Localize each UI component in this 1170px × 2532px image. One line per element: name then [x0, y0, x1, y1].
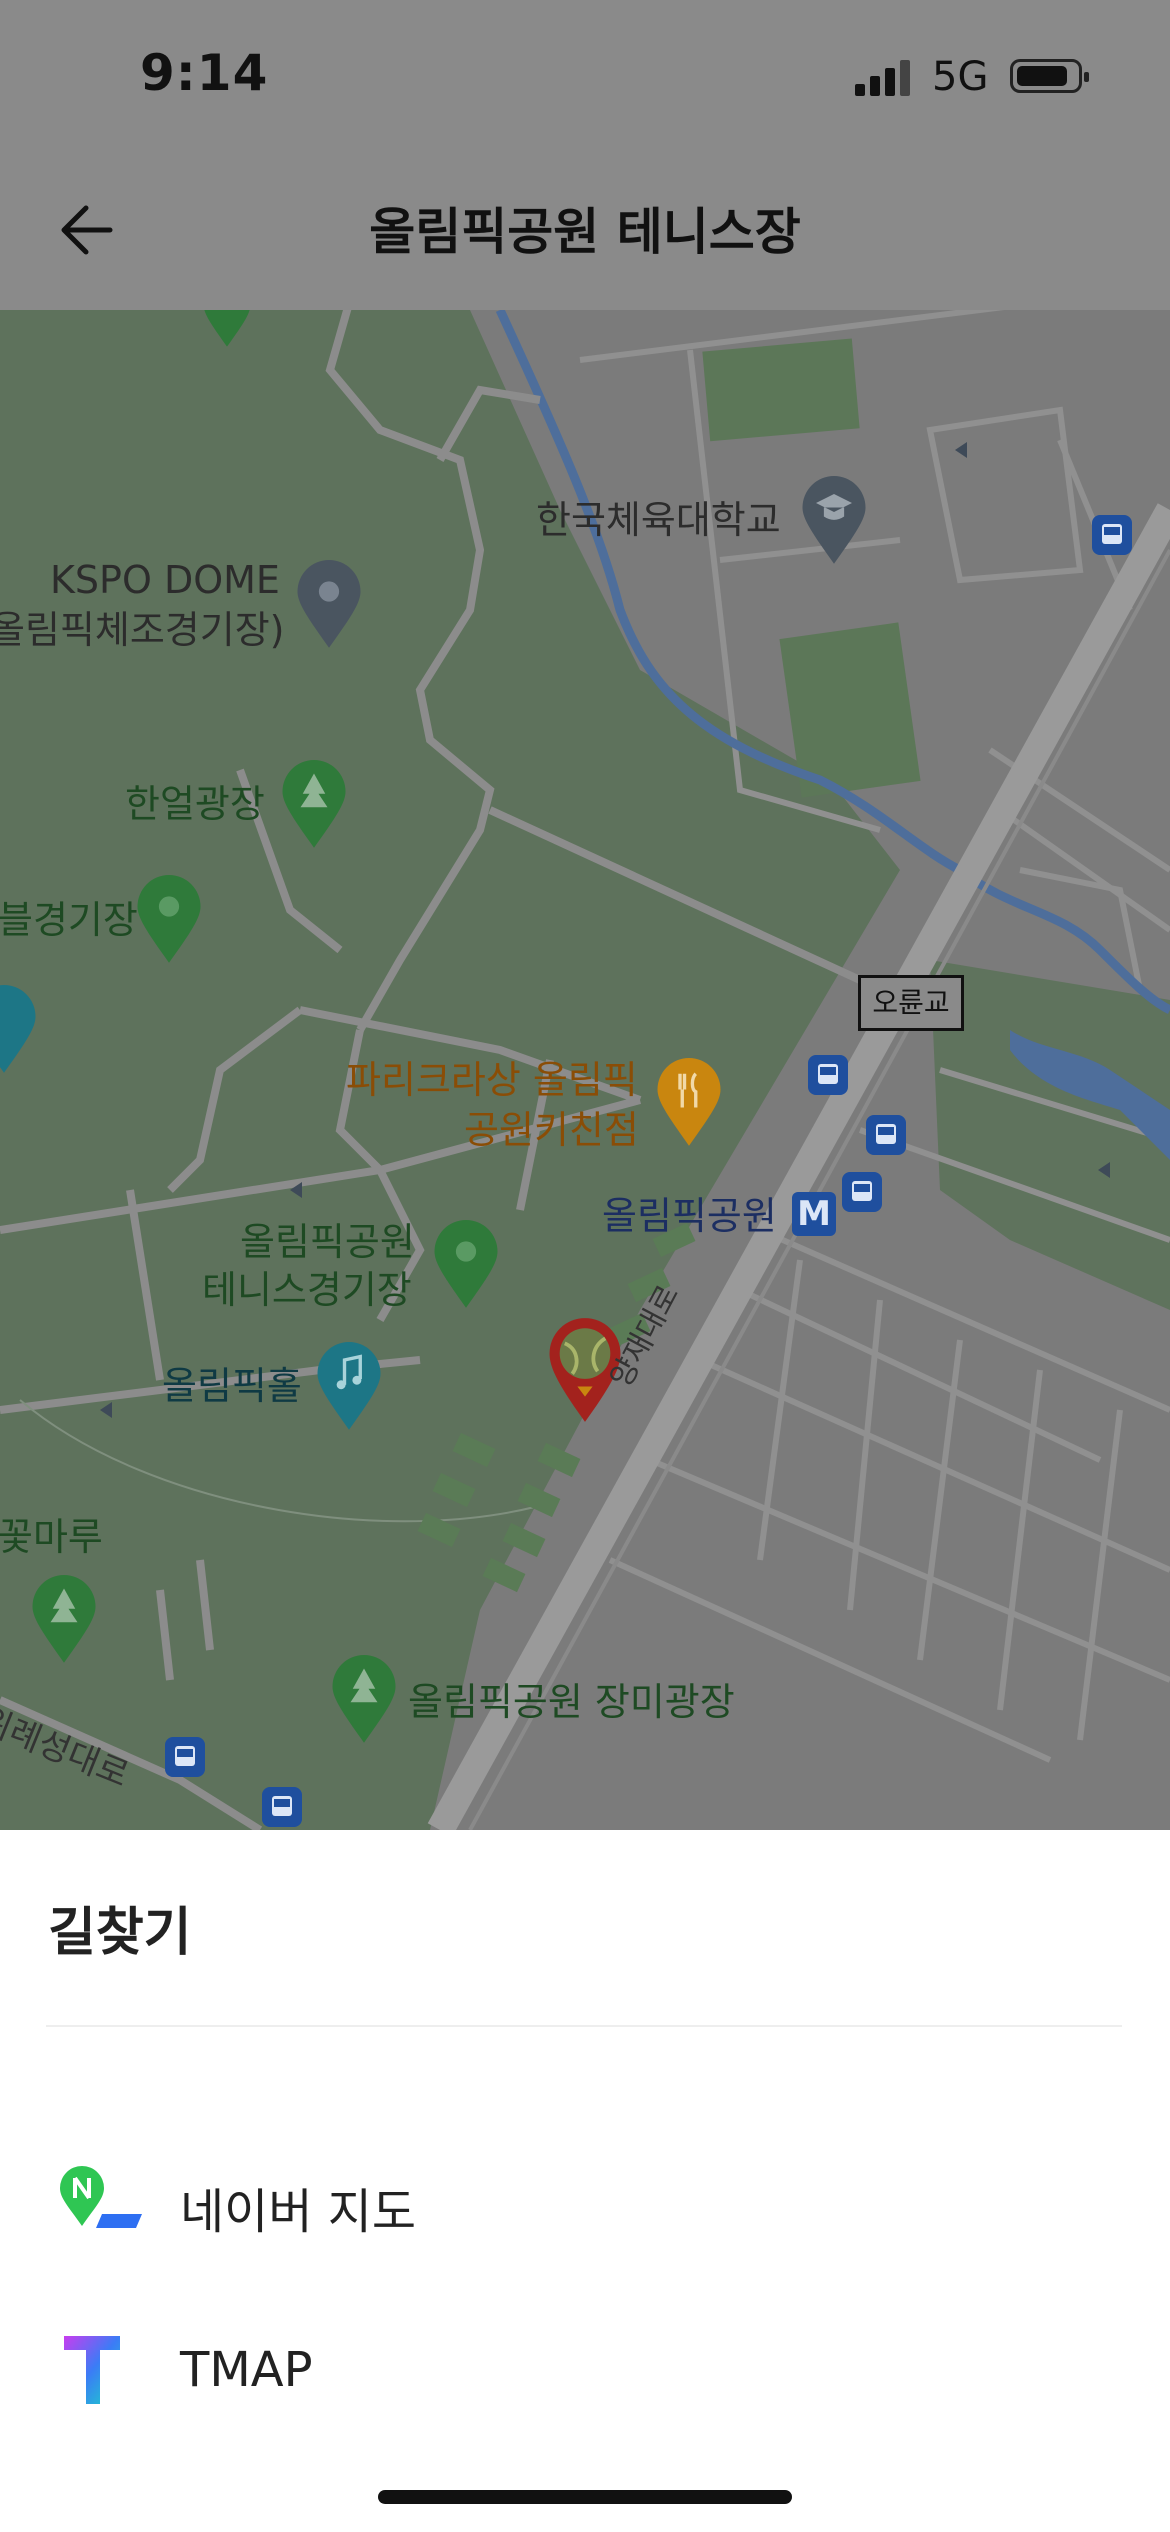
- map-label-cafe-sub: 공원키친점: [464, 1108, 639, 1152]
- bus-stop-icon[interactable]: [1092, 515, 1132, 555]
- place-pin-icon[interactable]: [295, 560, 363, 650]
- map-label-cycling: 블경기장: [0, 898, 138, 942]
- divider: [46, 2025, 1122, 2027]
- place-pin-icon[interactable]: [0, 985, 38, 1075]
- restaurant-pin-icon[interactable]: [655, 1058, 723, 1148]
- place-pin-icon[interactable]: [135, 875, 203, 965]
- music-pin-icon[interactable]: [315, 1342, 383, 1432]
- top-app-bar: 올림픽공원 테니스장: [0, 150, 1170, 310]
- map-view[interactable]: M 한국체육대학교 KSPO DOME 올림픽체조경기장) 한얼광장 블경기장 …: [0, 310, 1170, 1830]
- option-naver-map[interactable]: 네이버 지도: [0, 2130, 1170, 2270]
- tree-pin-icon[interactable]: [330, 1655, 398, 1745]
- map-label-kspo-sub: 올림픽체조경기장): [0, 608, 285, 652]
- map-label-station: 올림픽공원: [602, 1194, 777, 1238]
- status-bar: 9:14 5G: [0, 0, 1170, 150]
- status-time: 9:14: [140, 44, 269, 102]
- naver-map-icon: [60, 2166, 142, 2228]
- signal-icon: [855, 60, 915, 96]
- bus-stop-icon[interactable]: [165, 1737, 205, 1777]
- map-label-university: 한국체육대학교: [536, 498, 781, 542]
- map-label-rose: 올림픽공원 장미광장: [408, 1680, 735, 1724]
- map-label-kspo: KSPO DOME: [50, 558, 280, 602]
- home-indicator[interactable]: [378, 2490, 792, 2504]
- option-label: 네이버 지도: [180, 2184, 417, 2240]
- tree-pin-icon[interactable]: [30, 1575, 98, 1665]
- option-label: TMAP: [180, 2342, 313, 2398]
- map-label-cafe: 파리크라상 올림픽: [346, 1058, 638, 1102]
- tree-pin-icon[interactable]: [202, 310, 252, 350]
- network-type: 5G: [932, 54, 989, 100]
- battery-icon: [1010, 59, 1089, 93]
- map-label-flower: 꽃마루: [0, 1515, 103, 1559]
- bus-stop-icon[interactable]: [842, 1172, 882, 1212]
- bus-stop-icon[interactable]: [808, 1055, 848, 1095]
- map-label-tennis-sub: 테니스경기장: [202, 1268, 412, 1312]
- map-label-hanul: 한얼광장: [125, 782, 265, 826]
- place-pin-icon[interactable]: [432, 1220, 500, 1310]
- school-pin-icon[interactable]: [800, 476, 868, 566]
- directions-sheet: 길찾기 네이버 지도 TMAP: [0, 1830, 1170, 2532]
- map-label-olympic-hall: 올림픽홀: [162, 1364, 302, 1408]
- metro-station-icon[interactable]: M: [792, 1192, 836, 1236]
- map-label-bridge: 오륜교: [858, 975, 964, 1031]
- tree-pin-icon[interactable]: [280, 760, 348, 850]
- page-title: 올림픽공원 테니스장: [369, 203, 801, 261]
- bus-stop-icon[interactable]: [866, 1115, 906, 1155]
- tmap-icon: [64, 2336, 120, 2404]
- map-label-tennis: 올림픽공원: [240, 1220, 415, 1264]
- option-tmap[interactable]: TMAP: [0, 2300, 1170, 2440]
- bus-stop-icon[interactable]: [262, 1787, 302, 1827]
- sheet-title: 길찾기: [48, 1903, 192, 1963]
